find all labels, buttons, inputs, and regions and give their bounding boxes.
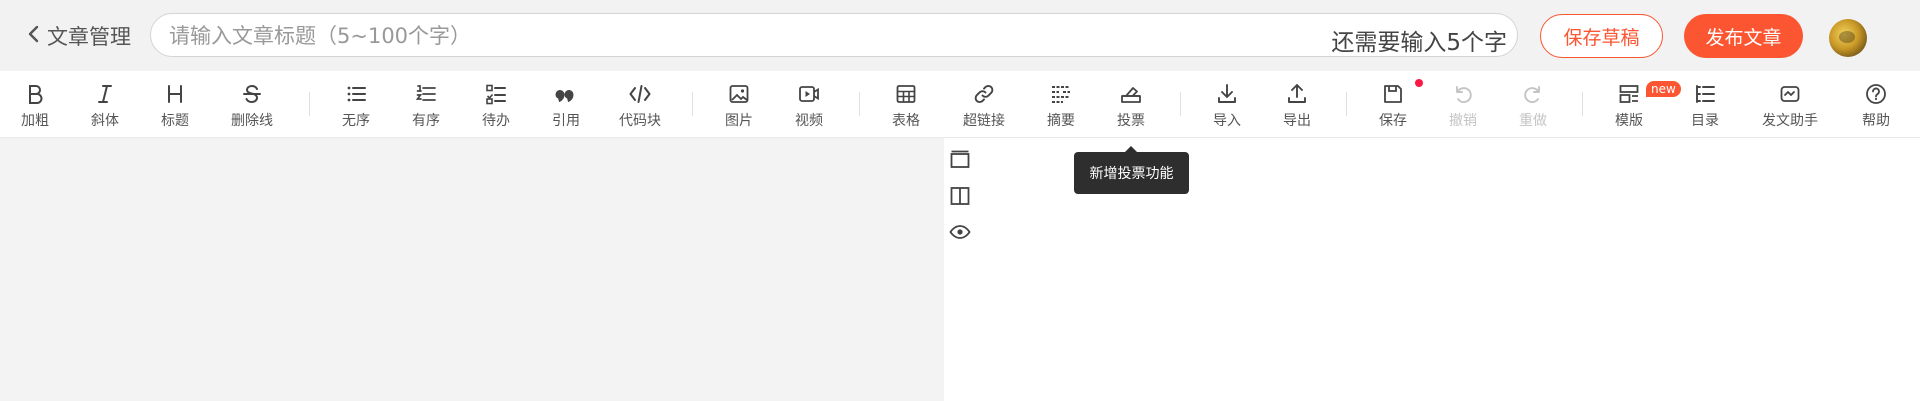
title-char-counter: 还需要输入5个字	[1331, 30, 1507, 56]
export-button[interactable]: 导出	[1283, 71, 1311, 137]
checklist-icon	[485, 83, 507, 105]
italic-button[interactable]: 斜体	[91, 71, 119, 137]
toolbar-divider	[309, 92, 310, 116]
heading-icon	[164, 83, 186, 105]
link-icon	[973, 83, 995, 105]
publish-article-button[interactable]: 发布文章	[1684, 14, 1803, 58]
unordered-list-button[interactable]: 无序	[342, 71, 370, 137]
bullet-list-icon	[345, 83, 367, 105]
todo-list-button[interactable]: 待办	[482, 71, 510, 137]
help-button[interactable]: 帮助	[1862, 71, 1890, 137]
italic-icon	[94, 83, 116, 105]
redo-icon	[1522, 83, 1544, 105]
toolbar-divider	[859, 92, 860, 116]
title-input[interactable]	[167, 14, 1271, 58]
editor-only-view-icon[interactable]	[949, 149, 971, 171]
unsaved-dot	[1415, 79, 1423, 87]
strikethrough-button[interactable]: 删除线	[231, 71, 273, 137]
question-mark-icon	[1865, 83, 1887, 105]
top-header: 文章管理 还需要输入5个字 保存草稿 发布文章	[0, 0, 1920, 71]
hyperlink-button[interactable]: 超链接	[963, 71, 1005, 137]
toolbar-divider	[692, 92, 693, 116]
chevron-left-icon	[27, 24, 41, 49]
summary-button[interactable]: 摘要	[1047, 71, 1075, 137]
bold-icon	[24, 83, 46, 105]
writing-assistant-button[interactable]: 发文助手	[1762, 71, 1818, 137]
bold-button[interactable]: 加粗	[21, 71, 49, 137]
code-icon	[629, 83, 651, 105]
save-button[interactable]: 保存	[1379, 71, 1407, 137]
image-icon	[728, 83, 750, 105]
import-button[interactable]: 导入	[1213, 71, 1241, 137]
ordered-list-button[interactable]: 有序	[412, 71, 440, 137]
vote-button[interactable]: 投票	[1117, 71, 1145, 137]
upload-icon	[1286, 83, 1308, 105]
numbered-list-icon	[415, 83, 437, 105]
undo-button[interactable]: 撤销	[1449, 71, 1477, 137]
video-button[interactable]: 视频	[795, 71, 823, 137]
toolbar-divider	[1582, 92, 1583, 116]
redo-button[interactable]: 重做	[1519, 71, 1547, 137]
quote-icon	[555, 83, 577, 105]
video-icon	[798, 83, 820, 105]
new-badge: new	[1646, 81, 1681, 97]
avatar[interactable]	[1829, 19, 1867, 57]
download-icon	[1216, 83, 1238, 105]
floppy-disk-icon	[1382, 83, 1404, 105]
preview-eye-icon[interactable]	[949, 221, 971, 243]
assistant-icon	[1779, 83, 1801, 105]
summary-icon	[1050, 83, 1072, 105]
toolbar-divider	[1346, 92, 1347, 116]
template-button[interactable]: 模版	[1615, 71, 1643, 137]
save-draft-button[interactable]: 保存草稿	[1540, 14, 1663, 58]
quote-button[interactable]: 引用	[552, 71, 580, 137]
title-input-box: 还需要输入5个字	[150, 13, 1518, 58]
back-label: 文章管理	[47, 25, 131, 49]
template-icon	[1618, 83, 1640, 105]
undo-icon	[1452, 83, 1474, 105]
list-icon	[1694, 83, 1716, 105]
toolbar-divider	[1180, 92, 1181, 116]
back-to-article-management[interactable]: 文章管理	[27, 22, 131, 50]
ballot-box-icon	[1120, 83, 1142, 105]
split-view-icon[interactable]	[949, 185, 971, 207]
vote-tooltip: 新增投票功能	[1074, 146, 1189, 194]
code-block-button[interactable]: 代码块	[619, 71, 661, 137]
table-button[interactable]: 表格	[892, 71, 920, 137]
table-of-contents-button[interactable]: 目录	[1691, 71, 1719, 137]
markdown-editor-pane[interactable]	[0, 138, 944, 401]
editor-toolbar: 加粗 斜体 标题 删除线 无序 有序 待办 引用 代码块 图片 视频 表格 超链…	[0, 71, 1920, 167]
image-button[interactable]: 图片	[725, 71, 753, 137]
heading-button[interactable]: 标题	[161, 71, 189, 137]
table-icon	[895, 83, 917, 105]
strikethrough-icon	[241, 83, 263, 105]
